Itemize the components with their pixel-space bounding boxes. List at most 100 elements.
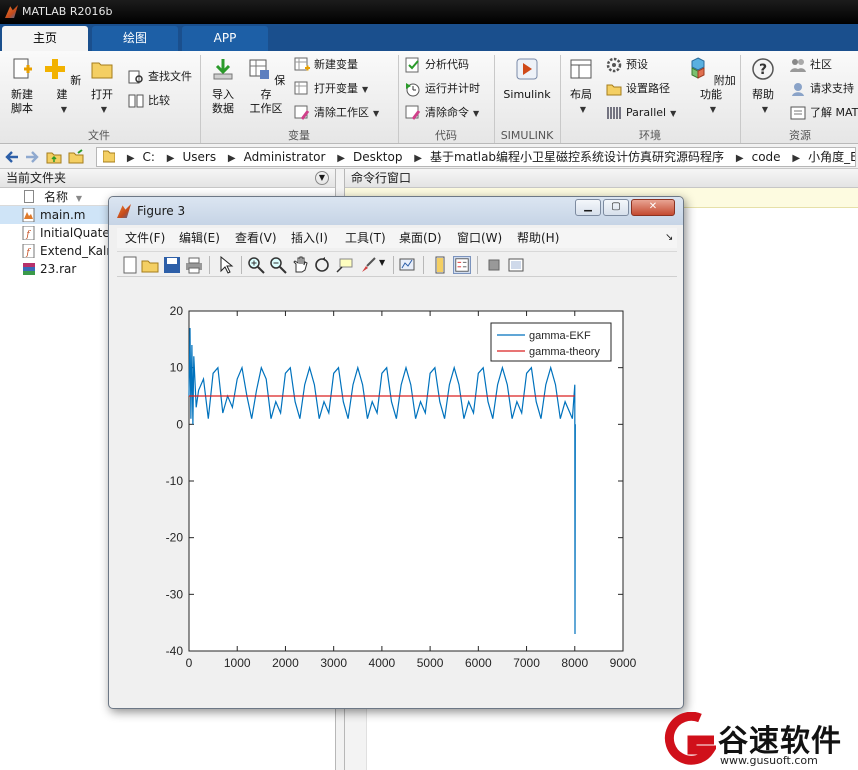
browse-folder-icon[interactable] xyxy=(68,149,84,165)
community-button[interactable]: 社区 xyxy=(790,55,832,75)
community-icon xyxy=(790,59,806,72)
clear-workspace-label: 清除工作区 xyxy=(314,106,369,119)
crumb-item[interactable]: Administrator xyxy=(244,150,326,164)
forward-arrow-icon[interactable] xyxy=(24,149,40,165)
parallel-button[interactable]: Parallel ▼ xyxy=(606,103,676,123)
rotate-3d-icon[interactable] xyxy=(313,256,331,274)
open-label: 打开 xyxy=(91,88,113,101)
chevron-down-icon[interactable]: ▼ xyxy=(379,258,385,267)
dock-arrow-icon[interactable]: ↘ xyxy=(665,228,673,248)
figure-titlebar[interactable]: Figure 3 ▁ ▢ ✕ xyxy=(109,197,683,225)
open-button[interactable]: 打开 ▼ xyxy=(84,55,120,117)
pointer-icon[interactable] xyxy=(217,256,235,274)
figure-toolbar: ▼ xyxy=(117,251,677,277)
menu-file[interactable]: 文件(F) xyxy=(125,228,165,248)
preferences-button[interactable]: 预设 xyxy=(606,55,648,75)
request-support-button[interactable]: 请求支持 xyxy=(790,79,854,99)
crumb-item[interactable]: Desktop xyxy=(353,150,403,164)
menu-help[interactable]: 帮助(H) xyxy=(517,228,559,248)
new-script-button[interactable]: 新建 脚本 xyxy=(4,55,40,116)
menu-edit[interactable]: 编辑(E) xyxy=(179,228,220,248)
tab-home[interactable]: 主页 xyxy=(2,26,88,51)
learn-matlab-button[interactable]: 了解 MAT xyxy=(790,103,858,123)
watermark-url: www.gusuoft.com xyxy=(720,754,818,767)
open-variable-icon xyxy=(294,81,308,95)
group-label-resources: 资源 xyxy=(789,129,811,142)
brush-icon[interactable] xyxy=(359,256,377,274)
new-variable-button[interactable]: 新建变量 xyxy=(294,55,358,75)
show-plot-tools-icon[interactable] xyxy=(507,256,525,274)
parallel-icon xyxy=(607,107,621,119)
menu-tools[interactable]: 工具(T) xyxy=(345,228,386,248)
addons-cubes-icon xyxy=(691,57,705,79)
command-window-title: 命令行窗口 xyxy=(351,171,412,185)
chevron-down-icon: ▼ xyxy=(761,105,769,114)
analyze-code-button[interactable]: 分析代码 xyxy=(405,55,469,75)
maximize-button[interactable]: ▢ xyxy=(603,199,629,216)
hide-plot-tools-icon[interactable] xyxy=(485,256,503,274)
figure-canvas[interactable]: 0 1000 2000 3000 4000 5000 6000 7000 8000 9000 -40… xyxy=(117,279,677,703)
compare-button[interactable]: 比较 xyxy=(128,91,170,111)
import-data-button[interactable]: 导入 数据 xyxy=(204,55,242,116)
simulink-button[interactable]: Simulink xyxy=(500,55,554,102)
clear-commands-button[interactable]: 清除命令 ▼ xyxy=(405,103,479,123)
legend-icon[interactable] xyxy=(453,256,471,274)
minimize-button[interactable]: ▁ xyxy=(575,199,601,216)
zoom-in-icon[interactable] xyxy=(247,256,265,274)
chevron-down-icon: ▼ xyxy=(670,109,677,118)
support-icon xyxy=(792,83,804,96)
chevron-down-icon: ▼ xyxy=(100,105,108,114)
save-workspace-button[interactable]: 保存 工作区 xyxy=(246,55,286,116)
help-label: 帮助 xyxy=(752,88,774,101)
file-name: InitialQuate xyxy=(40,226,110,240)
crumb-item[interactable]: C: xyxy=(143,150,155,164)
clear-commands-icon xyxy=(405,105,421,120)
tab-plots[interactable]: 绘图 xyxy=(92,26,178,51)
back-arrow-icon[interactable] xyxy=(4,149,20,165)
panel-actions-icon[interactable]: ▼ xyxy=(315,171,329,185)
pan-hand-icon[interactable] xyxy=(291,256,309,274)
addons-button[interactable]: 附加功能 ▼ xyxy=(686,55,736,117)
crumb-item[interactable]: Users xyxy=(182,150,216,164)
crumb-item[interactable]: 小角度_EKF xyxy=(808,150,855,164)
new-plus-icon xyxy=(44,59,65,79)
close-button[interactable]: ✕ xyxy=(631,199,675,216)
layout-button[interactable]: 布局 ▼ xyxy=(564,55,598,117)
clear-workspace-button[interactable]: 清除工作区 ▼ xyxy=(294,103,379,123)
zoom-out-icon[interactable] xyxy=(269,256,287,274)
menu-insert[interactable]: 插入(I) xyxy=(291,228,328,248)
data-cursor-icon[interactable] xyxy=(335,256,353,274)
figure-window[interactable]: Figure 3 ▁ ▢ ✕ 文件(F) 编辑(E) 查看(V) 插入(I) 工… xyxy=(108,196,684,709)
new-variable-label: 新建变量 xyxy=(314,58,358,71)
x-tick-label: 7000 xyxy=(513,656,540,670)
open-variable-button[interactable]: 打开变量 ▼ xyxy=(294,79,368,99)
menu-desktop[interactable]: 桌面(D) xyxy=(399,228,442,248)
new-figure-icon[interactable] xyxy=(121,256,139,274)
print-icon[interactable] xyxy=(185,256,203,274)
help-button[interactable]: ? 帮助 ▼ xyxy=(746,55,780,117)
group-label-simulink: SIMULINK xyxy=(500,129,554,142)
find-files-button[interactable]: 查找文件 xyxy=(128,67,192,87)
path-breadcrumb[interactable]: ▶ C: ▶ Users ▶ Administrator ▶ Desktop ▶ 基于ma… xyxy=(96,147,856,167)
new-script-icon xyxy=(13,58,32,79)
menu-window[interactable]: 窗口(W) xyxy=(457,228,502,248)
run-and-time-button[interactable]: 运行并计时 xyxy=(405,79,480,99)
find-files-label: 查找文件 xyxy=(148,70,192,83)
link-plot-icon[interactable] xyxy=(399,256,417,274)
y-tick-label: -10 xyxy=(166,474,184,488)
menu-view[interactable]: 查看(V) xyxy=(235,228,277,248)
set-path-button[interactable]: 设置路径 xyxy=(606,79,670,99)
colorbar-icon[interactable] xyxy=(431,256,449,274)
crumb-item[interactable]: code xyxy=(752,150,781,164)
new-button[interactable]: 新建 ▼ xyxy=(42,55,82,117)
up-folder-icon[interactable] xyxy=(46,149,62,165)
name-column-label: 名称 xyxy=(44,190,69,204)
plot-axes[interactable]: 0 1000 2000 3000 4000 5000 6000 7000 8000 9000 -40… xyxy=(117,279,677,703)
tab-apps[interactable]: APP xyxy=(182,26,268,51)
crumb-item[interactable]: 基于matlab编程小卫星磁控系统设计仿真研究源码程序 xyxy=(430,150,724,164)
open-file-icon[interactable] xyxy=(141,256,159,274)
save-icon[interactable] xyxy=(163,256,181,274)
rar-archive-icon xyxy=(23,263,35,275)
watermark-logo-icon xyxy=(664,712,716,765)
folder-icon xyxy=(102,150,116,163)
